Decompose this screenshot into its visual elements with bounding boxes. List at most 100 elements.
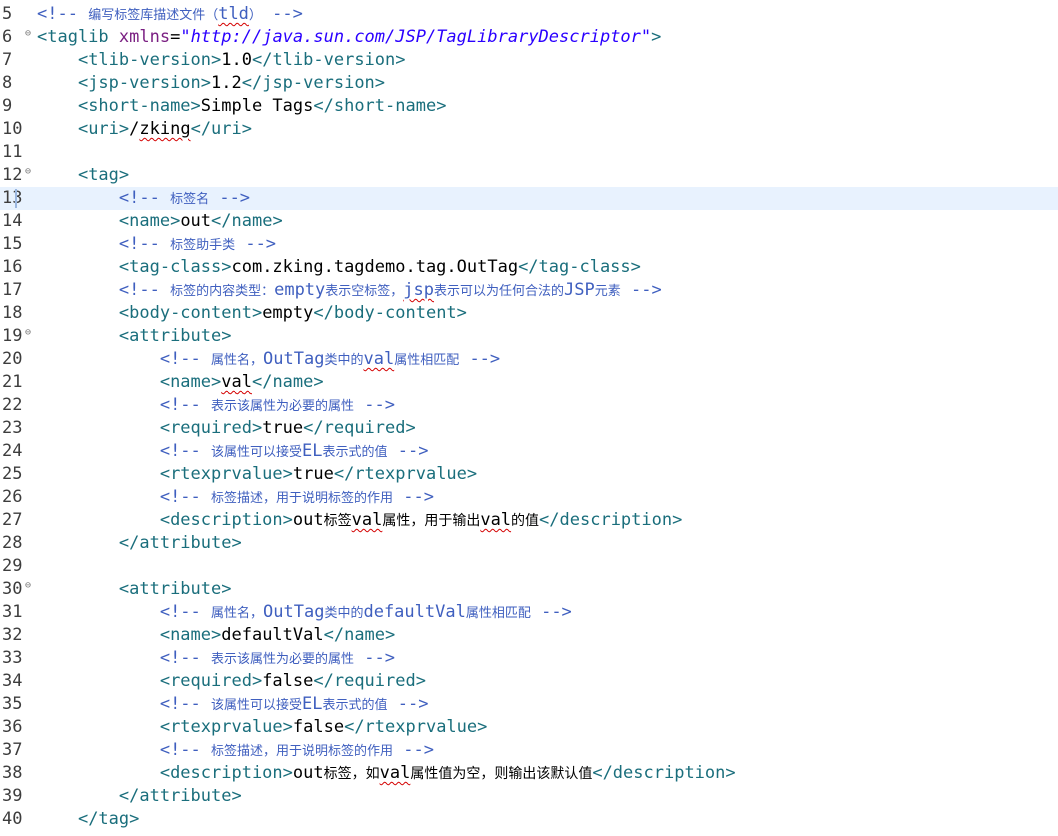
line-gutter: 21 — [0, 371, 36, 394]
token-span: --> — [262, 4, 303, 24]
code-line[interactable]: 10 <uri>/zking</uri> — [0, 118, 1058, 141]
code-line[interactable]: 40 </tag> — [0, 808, 1058, 831]
line-gutter: 29 — [0, 555, 36, 578]
code-line[interactable]: 9 <short-name>Simple Tags</short-name> — [0, 95, 1058, 118]
line-number: 15 — [2, 234, 23, 254]
token-span: --> — [235, 234, 276, 254]
line-number: 37 — [2, 740, 23, 760]
line-number: 5 — [2, 4, 13, 24]
code-token: <short-name> — [77, 96, 201, 116]
code-token: </name> — [323, 625, 396, 645]
token-span: <description> — [160, 763, 293, 783]
line-code: <!-- 标签助手类 --> — [37, 233, 276, 256]
code-line[interactable]: 31 <!-- 属性名，OutTag类中的defaultVal属性相匹配 --> — [0, 601, 1058, 624]
line-gutter: 38 — [0, 762, 36, 785]
code-token: 属性，用于输出 — [382, 513, 481, 529]
code-line[interactable]: 19 ⊖ <attribute> — [0, 325, 1058, 348]
line-number: 11 — [2, 142, 23, 162]
code-line[interactable]: 26 <!-- 标签描述，用于说明标签的作用 --> — [0, 486, 1058, 509]
code-line[interactable]: 13 <!-- 标签名 --> — [0, 187, 1058, 210]
code-line[interactable]: 37 <!-- 标签描述，用于说明标签的作用 --> — [0, 739, 1058, 762]
code-token: 表示该属性为必要的属性 — [211, 399, 355, 414]
code-line[interactable]: 23 <required>true</required> — [0, 417, 1058, 440]
code-line[interactable]: 25 <rtexprvalue>true</rtexprvalue> — [0, 463, 1058, 486]
code-token: </uri> — [190, 119, 252, 139]
code-token: <name> — [118, 211, 181, 231]
token-span: 属性名， — [211, 602, 263, 622]
code-token: --> — [209, 188, 251, 208]
code-line[interactable]: 7 <tlib-version>1.0</tlib-version> — [0, 49, 1058, 72]
code-token: --> — [459, 349, 501, 369]
line-code: <rtexprvalue>true</rtexprvalue> — [37, 463, 477, 486]
code-line[interactable]: 14 <name>out</name> — [0, 210, 1058, 233]
line-code: <name>out</name> — [37, 210, 283, 233]
line-gutter: 20 — [0, 348, 36, 371]
line-code: <attribute> — [37, 325, 232, 348]
code-line[interactable]: 22 <!-- 表示该属性为必要的属性 --> — [0, 394, 1058, 417]
code-line[interactable]: 8 <jsp-version>1.2</jsp-version> — [0, 72, 1058, 95]
code-line[interactable]: 35 <!-- 该属性可以接受EL表示式的值 --> — [0, 693, 1058, 716]
token-span: xmlns — [119, 27, 170, 47]
code-token: / — [129, 119, 140, 139]
code-token: empty — [262, 303, 314, 323]
code-line[interactable]: 16 <tag-class>com.zking.tagdemo.tag.OutT… — [0, 256, 1058, 279]
token-span: --> — [393, 487, 434, 507]
fold-collapse-icon[interactable]: ⊖ — [25, 165, 31, 179]
token-span: <name> — [160, 625, 221, 645]
token-span: 属性名， — [211, 349, 263, 369]
token-span: 类中的 — [324, 602, 363, 622]
token-span: 的值 — [511, 510, 539, 530]
token-span: --> — [393, 740, 434, 760]
code-token: <tag-class> — [118, 257, 232, 277]
code-line[interactable]: 29 — [0, 555, 1058, 578]
code-token: val — [363, 349, 395, 369]
code-line[interactable]: 11 — [0, 141, 1058, 164]
code-token: </tlib-version> — [251, 50, 406, 70]
line-code: <short-name>Simple Tags</short-name> — [37, 95, 446, 118]
line-number: 31 — [2, 602, 23, 622]
fold-collapse-icon[interactable]: ⊖ — [25, 326, 31, 340]
code-line[interactable]: 18 <body-content>empty</body-content> — [0, 302, 1058, 325]
code-line[interactable]: 15 <!-- 标签助手类 --> — [0, 233, 1058, 256]
code-line[interactable]: 34 <required>false</required> — [0, 670, 1058, 693]
code-line[interactable]: 17 <!-- 标签的内容类型：empty表示空标签，jsp表示可以为任何合法的… — [0, 279, 1058, 302]
token-span: defaultVal — [363, 602, 465, 622]
code-line[interactable]: 27 <description>out标签val属性，用于输出val的值</de… — [0, 509, 1058, 532]
line-code: <!-- 该属性可以接受EL表示式的值 --> — [37, 440, 429, 463]
line-gutter: 12 ⊖ — [0, 164, 36, 187]
code-line[interactable]: 30 ⊖ <attribute> — [0, 578, 1058, 601]
line-number: 35 — [2, 694, 23, 714]
code-editor[interactable]: 5 <!-- 编写标签库描述文件（tld） --> 6 ⊖ <taglib xmlns=… — [0, 0, 1058, 836]
token-span: val — [380, 763, 411, 783]
code-line[interactable]: 6 ⊖ <taglib xmlns="http://java.sun.com/JSP… — [0, 26, 1058, 49]
fold-collapse-icon[interactable]: ⊖ — [25, 27, 31, 41]
code-line[interactable]: 38 <description>out标签，如val属性值为空，则输出该默认值<… — [0, 762, 1058, 785]
code-token: </rtexprvalue> — [344, 717, 488, 737]
fold-collapse-icon[interactable]: ⊖ — [25, 579, 31, 593]
token-span: </description> — [592, 763, 735, 783]
line-gutter: 15 — [0, 233, 36, 256]
line-code: <!-- 该属性可以接受EL表示式的值 --> — [37, 693, 429, 716]
code-token: "http://java.sun.com/JSP/TagLibraryDescr… — [180, 27, 652, 47]
code-line[interactable]: 39 </attribute> — [0, 785, 1058, 808]
code-token: 属性名， — [211, 606, 264, 621]
code-line[interactable]: 21 <name>val</name> — [0, 371, 1058, 394]
token-span: <!-- — [160, 740, 211, 760]
code-token: 该属性可以接受 — [211, 445, 303, 460]
code-token: <name> — [159, 372, 222, 392]
code-line[interactable]: 5 <!-- 编写标签库描述文件（tld） --> — [0, 3, 1058, 26]
line-code: <required>true</required> — [37, 417, 416, 440]
code-token: <description> — [159, 510, 293, 530]
code-line[interactable]: 36 <rtexprvalue>false</rtexprvalue> — [0, 716, 1058, 739]
line-gutter: 10 — [0, 118, 36, 141]
code-line[interactable]: 20 <!-- 属性名，OutTag类中的val属性相匹配 --> — [0, 348, 1058, 371]
code-line[interactable]: 24 <!-- 该属性可以接受EL表示式的值 --> — [0, 440, 1058, 463]
code-line[interactable]: 12 ⊖ <tag> — [0, 164, 1058, 187]
code-line[interactable]: 28 </attribute> — [0, 532, 1058, 555]
token-span: </required> — [313, 671, 426, 691]
code-line[interactable]: 32 <name>defaultVal</name> — [0, 624, 1058, 647]
token-span: --> — [209, 188, 250, 208]
code-token: </attribute> — [118, 786, 242, 806]
code-line[interactable]: 33 <!-- 表示该属性为必要的属性 --> — [0, 647, 1058, 670]
